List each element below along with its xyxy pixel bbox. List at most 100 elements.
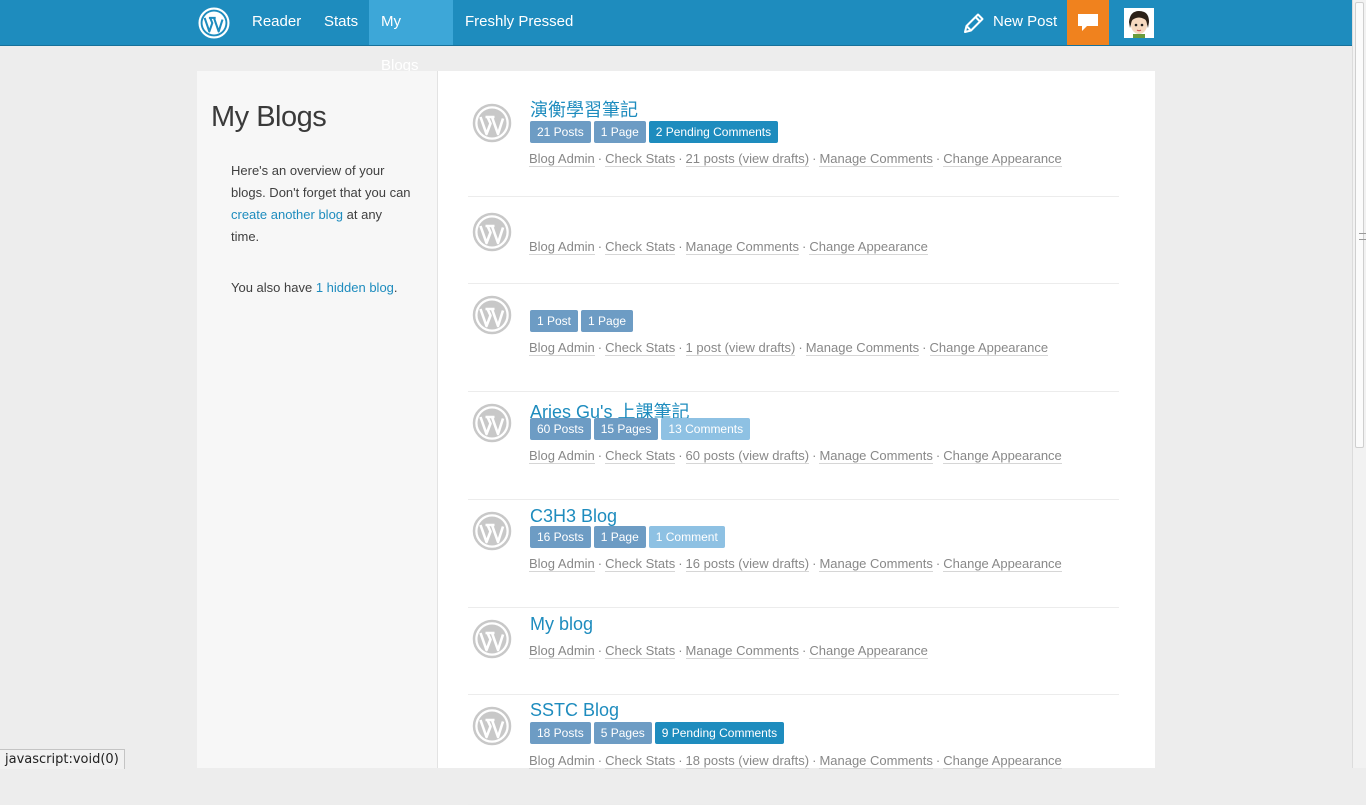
blog-action-link[interactable]: Blog Admin <box>529 340 595 356</box>
link-separator: · <box>597 448 603 463</box>
count-badge[interactable]: 16 Posts <box>530 526 591 548</box>
blog-action-link[interactable]: Blog Admin <box>529 448 595 464</box>
blog-title-link[interactable]: My blog <box>530 614 593 635</box>
blog-badges: 1 Post 1 Page <box>530 310 636 332</box>
count-badge[interactable]: 9 Pending Comments <box>654 722 785 744</box>
blog-row: C3H3 Blog 16 Posts 1 Page 1 Comment Blog Adm… <box>468 499 1119 608</box>
count-badge[interactable]: 2 Pending Comments <box>648 121 779 143</box>
scrollbar-thumb[interactable] <box>1355 2 1366 448</box>
blog-action-link[interactable]: Check Stats <box>605 340 676 356</box>
count-badge[interactable]: 13 Comments <box>661 418 751 440</box>
blog-badges: 21 Posts 1 Page 2 Pending Comments <box>530 121 781 143</box>
count-badge[interactable]: 1 Page <box>593 121 646 143</box>
blog-action-link[interactable]: Check Stats <box>605 448 676 464</box>
nav-freshly-pressed[interactable]: Freshly Pressed <box>453 0 585 45</box>
link-separator: · <box>802 239 807 254</box>
blog-badges: 18 Posts 5 Pages 9 Pending Comments <box>530 722 787 744</box>
blog-action-links: Blog Admin · Check Stats · 60 posts (view dr… <box>529 448 1062 464</box>
nav-reader[interactable]: Reader <box>240 0 313 45</box>
link-separator: · <box>597 340 603 355</box>
blog-action-link[interactable]: Blog Admin <box>529 239 595 255</box>
blog-action-link[interactable]: Manage Comments <box>805 340 920 356</box>
blog-action-link[interactable]: 60 posts (view drafts) <box>685 448 810 464</box>
blog-row: 演衡學習筆記 21 Posts 1 Page 2 Pending Comments Bl… <box>468 88 1119 197</box>
create-blog-link[interactable]: create another blog <box>231 207 343 222</box>
link-separator: · <box>812 753 817 768</box>
hidden-blog-link[interactable]: hidden blog <box>327 280 394 295</box>
wordpress-blog-icon[interactable] <box>472 403 512 443</box>
wordpress-logo-icon[interactable] <box>197 6 231 40</box>
blog-action-link[interactable]: 1 post (view drafts) <box>685 340 796 356</box>
wordpress-blog-icon[interactable] <box>472 706 512 746</box>
count-badge[interactable]: 60 Posts <box>530 418 591 440</box>
link-separator: · <box>678 643 683 658</box>
blog-action-link[interactable]: Blog Admin <box>529 556 595 572</box>
blog-row: Aries Gu's 上課筆記 60 Posts 15 Pages 13 Commen… <box>468 391 1119 500</box>
blog-title-link[interactable]: SSTC Blog <box>530 700 619 721</box>
count-badge[interactable]: 1 Page <box>593 526 646 548</box>
blog-action-link[interactable]: Manage Comments <box>685 643 799 659</box>
blog-action-link[interactable]: Change Appearance <box>943 753 1062 769</box>
blog-action-link[interactable]: Manage Comments <box>685 239 799 255</box>
notifications-button[interactable] <box>1067 0 1109 45</box>
page-scrollbar[interactable] <box>1352 0 1366 768</box>
blog-title-link[interactable]: C3H3 Blog <box>530 506 617 527</box>
wordpress-blog-icon[interactable] <box>472 295 512 335</box>
status-bar: javascript:void(0) <box>0 749 125 769</box>
count-badge[interactable]: 15 Pages <box>593 418 659 440</box>
blog-action-link[interactable]: Change Appearance <box>809 643 928 659</box>
blog-action-link[interactable]: Check Stats <box>605 151 676 167</box>
sidebar-intro: Here's an overview of your blogs. Don't … <box>231 163 411 244</box>
blog-action-link[interactable]: 21 posts (view drafts) <box>685 151 810 167</box>
count-badge[interactable]: 18 Posts <box>530 722 591 744</box>
blog-action-link[interactable]: Check Stats <box>605 753 676 769</box>
blog-action-link[interactable]: 16 posts (view drafts) <box>685 556 810 572</box>
blog-action-links: Blog Admin · Check Stats · 18 posts (view dr… <box>529 753 1062 769</box>
link-separator: · <box>678 151 683 166</box>
wordpress-blog-icon[interactable] <box>472 511 512 551</box>
blog-action-link[interactable]: Manage Comments <box>819 556 933 572</box>
blog-action-links: Blog Admin · Check Stats · 21 posts (view dr… <box>529 151 1062 167</box>
user-avatar[interactable] <box>1124 8 1154 38</box>
blog-action-link[interactable]: Blog Admin <box>529 643 595 659</box>
blog-row: My blog Blog Admin · Check Stats · Manage Com… <box>468 607 1119 695</box>
sidebar: My Blogs Here's an overview of your blog… <box>197 71 438 768</box>
blog-action-link[interactable]: Manage Comments <box>819 448 933 464</box>
link-separator: · <box>597 753 603 768</box>
nav-stats[interactable]: Stats <box>312 0 370 45</box>
blog-action-link[interactable]: Check Stats <box>605 643 676 659</box>
blog-action-link[interactable]: Change Appearance <box>943 556 1062 572</box>
blog-action-link[interactable]: Manage Comments <box>819 151 933 167</box>
blog-action-link[interactable]: Manage Comments <box>819 753 933 769</box>
nav-my-blogs[interactable]: My Blogs <box>369 0 453 74</box>
blog-action-link[interactable]: Change Appearance <box>809 239 928 255</box>
count-badge[interactable]: 5 Pages <box>593 722 652 744</box>
blog-title-link[interactable]: 演衡學習筆記 <box>530 96 638 122</box>
new-post-button[interactable]: New Post <box>962 0 1057 45</box>
blog-action-link[interactable]: Blog Admin <box>529 151 595 167</box>
blog-action-links: Blog Admin · Check Stats · 1 post (view draf… <box>529 340 1049 356</box>
blog-action-links: Blog Admin · Check Stats · 16 posts (view dr… <box>529 556 1062 572</box>
count-badge[interactable]: 1 Post <box>530 310 579 332</box>
blog-action-link[interactable]: Check Stats <box>605 239 676 255</box>
wordpress-blog-icon[interactable] <box>472 212 512 252</box>
blog-badges: 16 Posts 1 Page 1 Comment <box>530 526 728 548</box>
sidebar-hidden-note: You also have 1 hidden blog. <box>231 280 398 295</box>
blog-action-link[interactable]: Change Appearance <box>929 340 1049 356</box>
blog-action-link[interactable]: Check Stats <box>605 556 676 572</box>
blog-action-link[interactable]: Change Appearance <box>943 448 1062 464</box>
blog-action-link[interactable]: Change Appearance <box>943 151 1062 167</box>
wordpress-blog-icon[interactable] <box>472 103 512 143</box>
blog-action-link[interactable]: Blog Admin <box>529 753 595 769</box>
wordpress-blog-icon[interactable] <box>472 619 512 659</box>
count-badge[interactable]: 1 Comment <box>648 526 725 548</box>
blog-row: Blog Admin · Check Stats · Manage Comments · C… <box>468 196 1119 284</box>
count-badge[interactable]: 1 Page <box>581 310 634 332</box>
hidden-count-link[interactable]: 1 <box>316 280 323 295</box>
blog-row: 1 Post 1 Page Blog Admin · Check Stats · 1 pos… <box>468 283 1119 392</box>
link-separator: · <box>678 448 683 463</box>
pencil-icon <box>964 13 984 33</box>
link-separator: · <box>678 239 683 254</box>
blog-action-link[interactable]: 18 posts (view drafts) <box>685 753 810 769</box>
count-badge[interactable]: 21 Posts <box>530 121 591 143</box>
